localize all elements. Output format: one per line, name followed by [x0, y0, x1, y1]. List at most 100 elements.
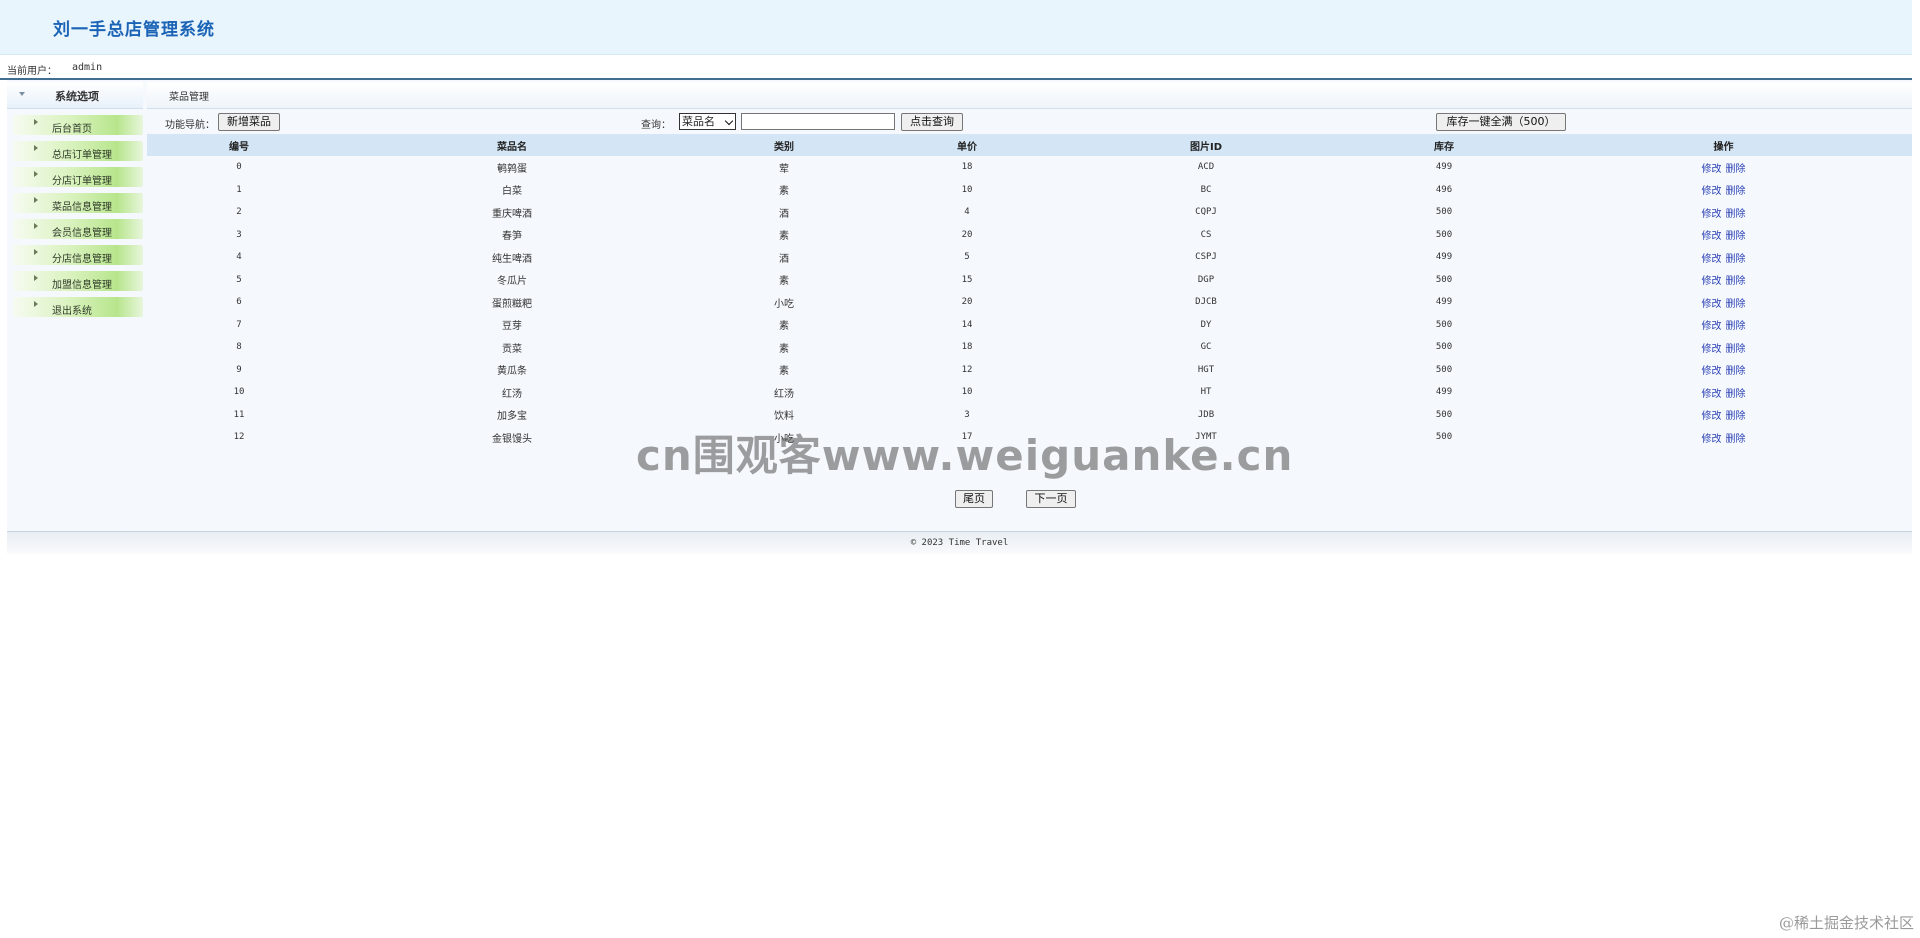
actions-cell: 修改 删除 [1535, 381, 1912, 404]
table-cell: 499 [1435, 297, 1453, 308]
table-cell: 白菜 [502, 186, 522, 198]
query-label: 查询： [641, 120, 671, 131]
table-cell: 素 [779, 186, 789, 198]
table-row: 7 豆芽 素 14 DY 500 修改 删除 [147, 314, 1912, 337]
table-cell: 冬瓜片 [497, 276, 527, 288]
caret-right-icon [34, 119, 38, 125]
delete-link[interactable]: 删除 [1726, 164, 1746, 175]
delete-link[interactable]: 删除 [1726, 434, 1746, 445]
edit-link[interactable]: 修改 [1702, 276, 1722, 287]
search-button[interactable]: 点击查询 [901, 113, 963, 131]
delete-link[interactable]: 删除 [1726, 276, 1746, 287]
col-header-stock: 库存 [1353, 134, 1535, 156]
sidebar-item-5[interactable]: 分店信息管理 [13, 245, 143, 265]
table-cell: 7 [236, 319, 242, 330]
sidebar-item-3[interactable]: 菜品信息管理 [13, 193, 143, 213]
delete-link[interactable]: 删除 [1726, 209, 1746, 220]
edit-link[interactable]: 修改 [1702, 164, 1722, 175]
sidebar-heading[interactable]: 系统选项 [7, 82, 143, 109]
current-user-label: 当前用户： [7, 66, 57, 77]
edit-link[interactable]: 修改 [1702, 366, 1722, 377]
table-cell: 10 [961, 184, 973, 195]
table-header-row: 编号 菜品名 类别 单价 图片ID 库存 操作 [147, 134, 1912, 156]
sidebar: 系统选项 后台首页总店订单管理 分店订单管理菜品信息管理会员信息管理分店信息管理加… [7, 82, 143, 531]
watermark: cn围观客www.weiguanke.cn [636, 431, 1294, 480]
table-cell: DGP [1197, 274, 1215, 285]
delete-link[interactable]: 删除 [1726, 231, 1746, 242]
table-cell: 5 [236, 274, 242, 285]
actions-cell: 修改 删除 [1535, 156, 1912, 179]
edit-link[interactable]: 修改 [1702, 411, 1722, 422]
caret-right-icon [34, 301, 38, 307]
breadcrumb-label: 菜品管理 [169, 92, 209, 103]
table-cell: 蛋煎糍粑 [492, 298, 532, 310]
table-cell: 500 [1435, 364, 1453, 375]
sidebar-item-0[interactable]: 后台首页 [13, 115, 143, 135]
table-cell: 500 [1435, 229, 1453, 240]
delete-link[interactable]: 删除 [1726, 344, 1746, 355]
actions-cell: 修改 删除 [1535, 426, 1912, 449]
edit-link[interactable]: 修改 [1702, 389, 1722, 400]
sidebar-item-label: 分店信息管理 [52, 254, 112, 265]
sidebar-item-label: 菜品信息管理 [52, 202, 112, 213]
delete-link[interactable]: 删除 [1726, 321, 1746, 332]
delete-link[interactable]: 删除 [1726, 299, 1746, 310]
table-row: 10 红汤 红汤 10 HT 499 修改 删除 [147, 381, 1912, 404]
table-row: 0 鹌鹑蛋 荤 18 ACD 499 修改 删除 [147, 156, 1912, 179]
table-row: 1 白菜 素 10 BC 496 修改 删除 [147, 179, 1912, 202]
edit-link[interactable]: 修改 [1702, 299, 1722, 310]
edit-link[interactable]: 修改 [1702, 209, 1722, 220]
search-input[interactable] [741, 113, 895, 130]
edit-link[interactable]: 修改 [1702, 254, 1722, 265]
table-cell: 小吃 [774, 298, 794, 310]
delete-link[interactable]: 删除 [1726, 186, 1746, 197]
actions-cell: 修改 删除 [1535, 224, 1912, 247]
add-dish-button[interactable]: 新增菜品 [218, 113, 280, 131]
table-cell: 4 [964, 207, 970, 218]
search-field-select[interactable]: 菜品名 [679, 113, 736, 130]
table-cell: 4 [236, 252, 242, 263]
table-cell: 20 [961, 229, 973, 240]
restock-all-button[interactable]: 库存一键全满（500） [1436, 113, 1566, 131]
sidebar-menu: 后台首页总店订单管理 分店订单管理菜品信息管理会员信息管理分店信息管理 加盟信息管理… [7, 115, 143, 317]
chevron-down-icon [724, 116, 734, 126]
table-cell: 499 [1435, 252, 1453, 263]
edit-link[interactable]: 修改 [1702, 231, 1722, 242]
sidebar-item-4[interactable]: 会员信息管理 [13, 219, 143, 239]
edit-link[interactable]: 修改 [1702, 434, 1722, 445]
table-row: 3 春笋 素 20 CS 500 修改 删除 [147, 224, 1912, 247]
last-page-button[interactable]: 尾页 [955, 490, 993, 508]
caret-right-icon [34, 197, 38, 203]
delete-link[interactable]: 删除 [1726, 254, 1746, 265]
table-body: 0 鹌鹑蛋荤 18 ACD 499 修改 删除 1 白菜素 10 BC 496 修改 删除 2 重庆啤酒酒 4 C… [147, 156, 1912, 449]
delete-link[interactable]: 删除 [1726, 411, 1746, 422]
table-row: 5 冬瓜片 素 15 DGP 500 修改 删除 [147, 269, 1912, 292]
delete-link[interactable]: 删除 [1726, 389, 1746, 400]
sidebar-item-1[interactable]: 总店订单管理 [13, 141, 143, 161]
table-cell: 500 [1435, 207, 1453, 218]
table-cell: 20 [961, 297, 973, 308]
sidebar-item-6[interactable]: 加盟信息管理 [13, 271, 143, 291]
caret-right-icon [34, 171, 38, 177]
actions-cell: 修改 删除 [1535, 291, 1912, 314]
table-cell: ACD [1197, 162, 1215, 173]
sidebar-item-2[interactable]: 分店订单管理 [13, 167, 143, 187]
table-row: 4 纯生啤酒 酒 5 CSPJ 499 修改 删除 [147, 246, 1912, 269]
table-cell: 499 [1435, 162, 1453, 173]
table-cell: 贡菜 [502, 343, 522, 355]
edit-link[interactable]: 修改 [1702, 344, 1722, 355]
table-cell: 6 [236, 297, 242, 308]
table-row: 2 重庆啤酒 酒 4 CQPJ 500 修改 删除 [147, 201, 1912, 224]
delete-link[interactable]: 删除 [1726, 366, 1746, 377]
actions-cell: 修改 删除 [1535, 269, 1912, 292]
table-cell: 红汤 [502, 388, 522, 400]
table-cell: CSPJ [1195, 252, 1217, 263]
next-page-button[interactable]: 下一页 [1026, 490, 1076, 508]
sidebar-item-label: 后台首页 [52, 124, 92, 135]
edit-link[interactable]: 修改 [1702, 321, 1722, 332]
edit-link[interactable]: 修改 [1702, 186, 1722, 197]
table-cell: 500 [1435, 432, 1453, 443]
table-cell: BC [1200, 184, 1212, 195]
sidebar-item-label: 加盟信息管理 [52, 280, 112, 291]
sidebar-item-7[interactable]: 退出系统 [13, 297, 143, 317]
